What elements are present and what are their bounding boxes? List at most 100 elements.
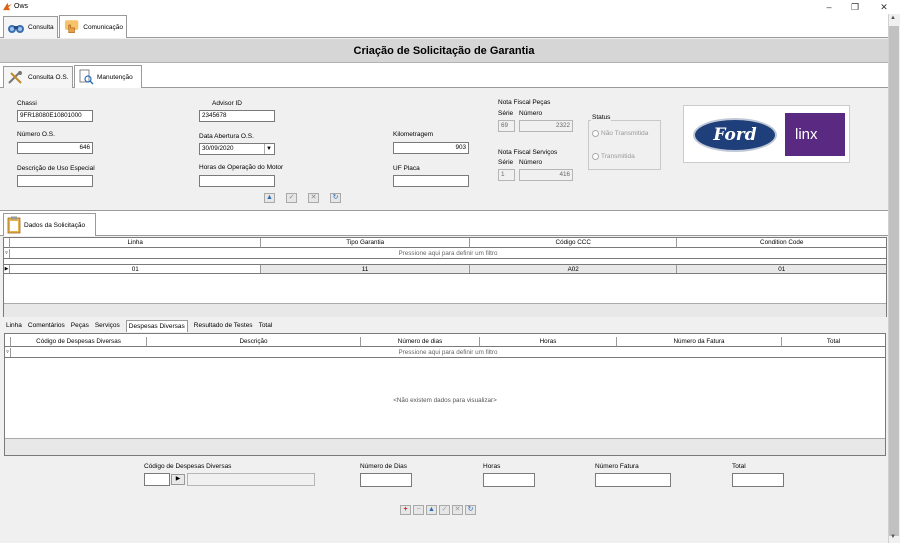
nf-serv-serie-label: Série xyxy=(498,159,514,166)
col-descricao[interactable]: Descrição xyxy=(147,337,361,347)
total-label: Total xyxy=(732,463,746,470)
binoculars-icon xyxy=(8,24,24,33)
uf-label: UF Placa xyxy=(393,165,420,172)
horas-motor-field[interactable] xyxy=(199,175,275,187)
tab-servicos[interactable]: Serviços xyxy=(95,320,120,332)
remove-button[interactable]: − xyxy=(413,505,424,515)
hand-pointer-icon xyxy=(64,20,79,34)
nf-pecas-numero-field: 2322 xyxy=(519,120,573,132)
col-linha[interactable]: Linha xyxy=(9,238,262,248)
grid2-filter-row[interactable]: ▿ Pressione aqui para definir um filtro xyxy=(5,348,885,358)
ford-logo: Ford xyxy=(693,118,777,152)
col-total[interactable]: Total xyxy=(782,337,885,347)
cod-despesas-label: Código de Despesas Diversas xyxy=(144,463,232,470)
tab-resultado-testes[interactable]: Resultado de Testes xyxy=(194,320,253,332)
minimize-button[interactable]: – xyxy=(822,1,836,13)
move-up-button[interactable]: ▲ xyxy=(264,193,275,203)
chassi-field[interactable]: 9FR18080E10801000 xyxy=(17,110,93,122)
status-label: Status xyxy=(591,114,612,121)
tab-total[interactable]: Total xyxy=(259,320,273,332)
nf-serv-numero-field: 416 xyxy=(519,169,573,181)
tab-manutencao[interactable]: Manutenção xyxy=(74,65,142,88)
nf-pecas-label: Nota Fiscal Peças xyxy=(498,99,551,106)
advisor-field[interactable]: 2345678 xyxy=(199,110,275,122)
refresh-button-2[interactable]: ↻ xyxy=(465,505,476,515)
nf-serv-label: Nota Fiscal Serviços xyxy=(498,149,558,156)
col-condition-code[interactable]: Condition Code xyxy=(677,238,886,248)
cell-codigo-ccc[interactable]: A02 xyxy=(469,265,678,273)
confirm-button-2[interactable]: ✓ xyxy=(439,505,450,515)
advisor-label: Advisor ID xyxy=(212,100,242,107)
status-opt1-label: Não Transmitida xyxy=(601,130,649,137)
tools-icon xyxy=(8,70,22,84)
tab-manutencao-label: Manutenção xyxy=(97,73,133,81)
maximize-button[interactable]: ❐ xyxy=(848,1,862,13)
km-label: Kilometragem xyxy=(393,131,434,138)
col-tipo-garantia[interactable]: Tipo Garantia xyxy=(261,238,470,248)
tab-consulta-os[interactable]: Consulta O.S. xyxy=(3,66,73,88)
scroll-down-icon[interactable]: ▼ xyxy=(890,534,896,540)
tab-consulta[interactable]: Consulta xyxy=(3,16,58,38)
tab-comunicacao-label: Comunicação xyxy=(83,23,123,31)
nf-serv-numero-label: Número xyxy=(519,159,543,166)
col-numero-fatura[interactable]: Número da Fatura xyxy=(617,337,782,347)
chevron-down-icon[interactable]: ▼ xyxy=(264,144,273,154)
cell-tipo-garantia[interactable]: 11 xyxy=(261,265,470,273)
status-nao-transmitida-radio[interactable]: Não Transmitida xyxy=(592,130,648,137)
descricao-uso-field[interactable] xyxy=(17,175,93,187)
cancel-button-2[interactable]: ✕ xyxy=(452,505,463,515)
status-transmitida-radio[interactable]: Transmitida xyxy=(592,153,635,160)
col-numero-dias[interactable]: Número de dias xyxy=(361,337,480,347)
km-field[interactable]: 903 xyxy=(393,142,469,154)
cell-linha[interactable]: 01 xyxy=(10,265,262,273)
move-up-button-2[interactable]: ▲ xyxy=(426,505,437,515)
numero-fatura-label: Número Fatura xyxy=(595,463,639,470)
sub-tabs: Consulta O.S. Manutenção xyxy=(0,63,888,88)
cod-despesas-field[interactable] xyxy=(144,473,170,486)
status-opt2-label: Transmitida xyxy=(601,153,635,160)
solicitacao-grid: Linha Tipo Garantia Código CCC Condition… xyxy=(3,237,887,317)
numero-fatura-field[interactable] xyxy=(595,473,671,487)
numero-dias-field[interactable] xyxy=(360,473,412,487)
data-abertura-field[interactable]: 30/09/2020 ▼ xyxy=(199,143,275,155)
numero-os-label: Número O.S. xyxy=(17,131,55,138)
cell-condition-code[interactable]: 01 xyxy=(677,265,886,273)
horas-label: Horas xyxy=(483,463,501,470)
table-row[interactable]: ▶ 01 11 A02 01 xyxy=(4,264,886,274)
tab-dados-solicitacao[interactable]: Dados da Solicitação xyxy=(3,213,96,236)
grid1-filter-row[interactable]: ▿ Pressione aqui para definir um filtro xyxy=(4,249,886,259)
clipboard-icon xyxy=(7,216,21,234)
grid1-filter-text: Pressione aqui para definir um filtro xyxy=(398,250,498,257)
uf-field[interactable] xyxy=(393,175,469,187)
window-title: Ows xyxy=(14,3,28,10)
col-codigo-ccc[interactable]: Código CCC xyxy=(469,238,678,248)
col-codigo-despesas[interactable]: Código de Despesas Diversas xyxy=(11,337,147,347)
scroll-up-icon[interactable]: ▲ xyxy=(890,15,896,21)
cod-despesas-desc-field xyxy=(187,473,315,486)
numero-os-field[interactable]: 646 xyxy=(17,142,93,154)
tab-comunicacao[interactable]: Comunicação xyxy=(59,15,127,38)
descricao-uso-label: Descrição de Uso Especial xyxy=(17,165,95,172)
horas-field[interactable] xyxy=(483,473,535,487)
scrollbar-thumb[interactable] xyxy=(889,26,899,536)
section-tabs: Dados da Solicitação xyxy=(0,210,888,236)
total-field[interactable] xyxy=(732,473,784,487)
tab-consulta-label: Consulta xyxy=(28,24,54,31)
app-logo-icon xyxy=(3,2,12,11)
lookup-icon[interactable]: ▶ xyxy=(171,474,185,485)
grid2-header-row: Código de Despesas Diversas Descrição Nú… xyxy=(5,337,885,347)
tab-comentarios[interactable]: Comentários xyxy=(28,320,65,332)
tab-consulta-os-label: Consulta O.S. xyxy=(28,74,69,81)
tab-linha[interactable]: Linha xyxy=(6,320,22,332)
confirm-button[interactable]: ✓ xyxy=(286,193,297,203)
nf-pecas-numero-label: Número xyxy=(519,110,543,117)
cancel-button[interactable]: ✕ xyxy=(308,193,319,203)
refresh-button[interactable]: ↻ xyxy=(330,193,341,203)
add-button[interactable]: + xyxy=(400,505,411,515)
page-title: Criação de Solicitação de Garantia xyxy=(0,39,888,63)
close-button[interactable]: ✕ xyxy=(877,1,891,13)
tab-pecas[interactable]: Peças xyxy=(71,320,89,332)
main-tabs: Consulta Comunicação xyxy=(0,14,888,38)
tab-despesas-diversas[interactable]: Despesas Diversas xyxy=(125,320,188,332)
col-horas[interactable]: Horas xyxy=(480,337,617,347)
